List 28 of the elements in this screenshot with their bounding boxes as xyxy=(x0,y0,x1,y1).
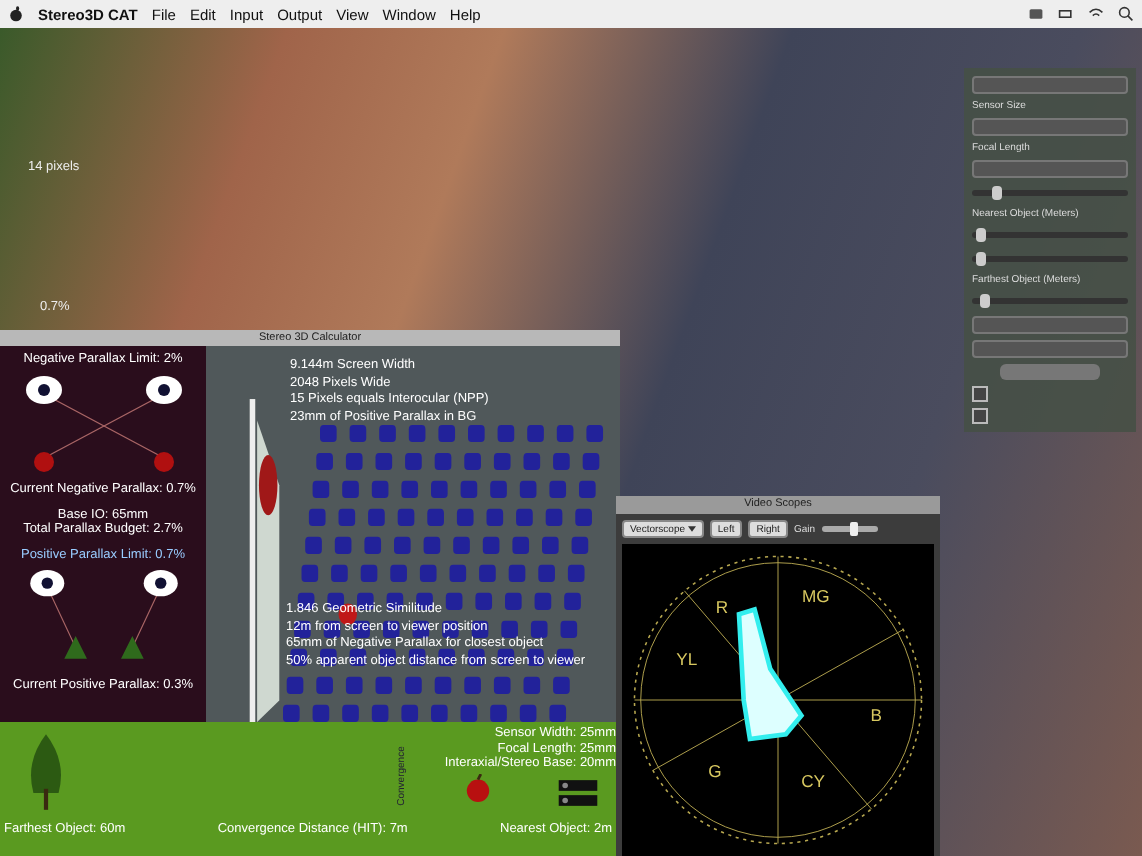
slider-thumb[interactable] xyxy=(975,252,986,266)
dropdown-field[interactable] xyxy=(972,340,1128,358)
color-target-label: G xyxy=(708,761,722,782)
slider-thumb[interactable] xyxy=(980,294,991,308)
apple-icon xyxy=(464,774,492,802)
dropdown-field[interactable] xyxy=(972,118,1128,136)
color-target-label: MG xyxy=(802,585,830,606)
checkbox[interactable] xyxy=(972,408,988,424)
gain-slider[interactable] xyxy=(821,526,877,532)
dropdown-field[interactable] xyxy=(972,160,1128,178)
stereo-camera-icon xyxy=(556,778,600,808)
color-target-label: R xyxy=(715,596,729,617)
wifi-icon[interactable] xyxy=(1088,6,1104,22)
dropdown-field[interactable] xyxy=(972,76,1128,94)
caret-icon xyxy=(687,525,696,531)
slider-thumb[interactable] xyxy=(975,228,986,242)
slider-thumb[interactable] xyxy=(850,522,859,536)
battery-icon[interactable] xyxy=(1058,6,1074,22)
slider-thumb[interactable] xyxy=(991,186,1002,200)
checkbox[interactable] xyxy=(972,386,988,402)
color-target-label: B xyxy=(870,705,882,726)
status-icon[interactable] xyxy=(1028,6,1044,22)
color-target-label: CY xyxy=(801,771,825,792)
color-target-label: YL xyxy=(676,648,698,669)
dropdown-field[interactable] xyxy=(972,316,1128,334)
vectorscope-trace xyxy=(736,606,805,742)
search-icon[interactable] xyxy=(1118,6,1134,22)
apple-logo-icon[interactable] xyxy=(8,6,24,22)
